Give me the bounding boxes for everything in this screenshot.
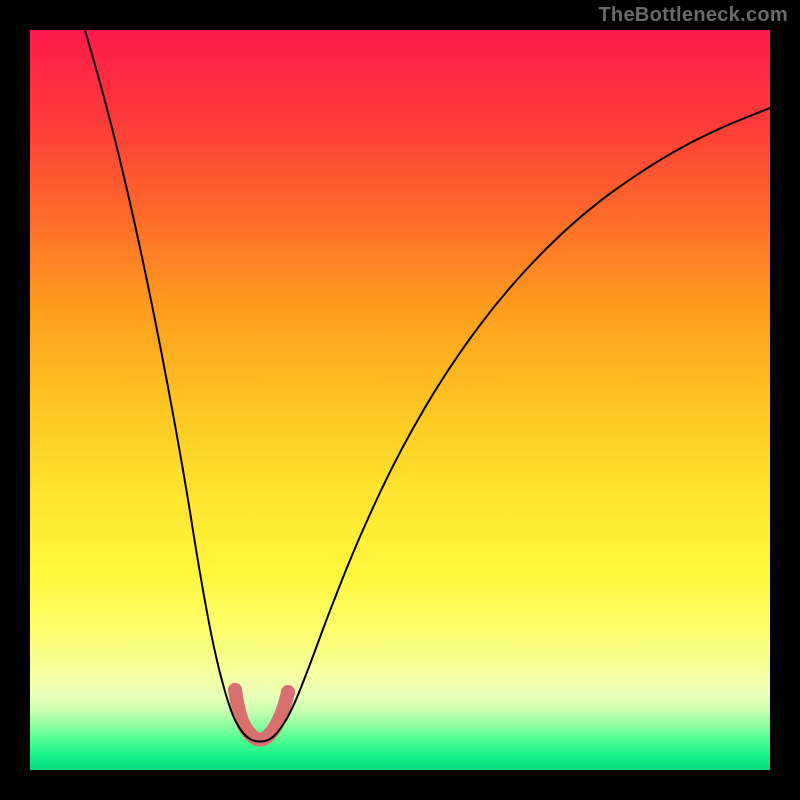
- watermark-text: TheBottleneck.com: [598, 4, 788, 27]
- bottleneck-curve-path: [85, 30, 770, 742]
- curve-svg: [30, 30, 770, 770]
- optimal-endpoint-left: [228, 683, 242, 697]
- plot-area: [30, 30, 770, 770]
- optimal-endpoint-right: [281, 685, 295, 699]
- chart-frame: TheBottleneck.com: [0, 0, 800, 800]
